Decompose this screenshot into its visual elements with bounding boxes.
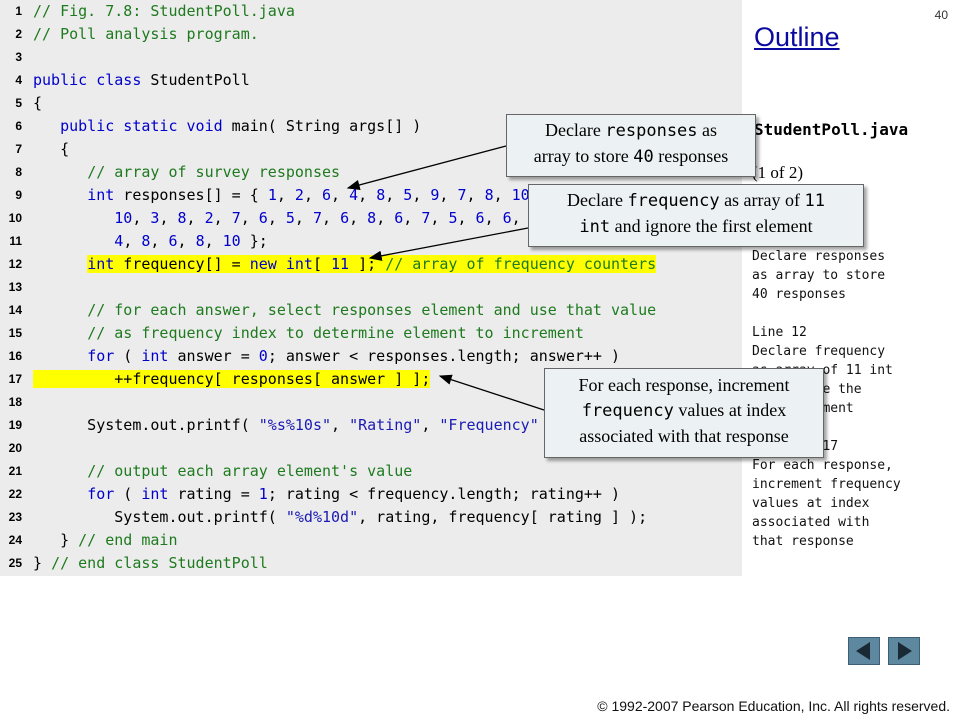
callout-responses-line2-post: responses [653, 146, 729, 166]
callout-frequency-mono: frequency [627, 191, 720, 211]
previous-slide-button[interactable] [848, 637, 880, 665]
arrow-to-line-9 [346, 145, 507, 191]
callout-responses-pre: Declare [544, 120, 606, 140]
next-arrow-icon [898, 642, 912, 660]
callout-responses-mono: responses [605, 121, 698, 141]
callout-frequency-pre: Declare [566, 190, 628, 210]
callout-frequency-line2-mono: int [579, 217, 611, 237]
callout-frequency-mono2: 11 [804, 191, 826, 211]
callout-arrows [346, 145, 545, 411]
previous-arrow-icon [856, 642, 870, 660]
callout-frequency-mid: as array of [719, 190, 805, 210]
callout-frequency: Declare frequency as array of 11 int and… [528, 184, 864, 247]
callout-increment-line1: For each response, increment [578, 375, 790, 395]
callout-increment-line3: associated with that response [579, 426, 789, 446]
callout-increment-line2-post: values at index [673, 400, 787, 420]
next-slide-button[interactable] [888, 637, 920, 665]
callout-increment: For each response, increment frequency v… [544, 368, 824, 458]
callout-responses-line2-pre: array to store [533, 146, 634, 166]
copyright-footer: © 1992-2007 Pearson Education, Inc. All … [597, 698, 950, 714]
callout-frequency-line2-post: and ignore the first element [610, 216, 813, 236]
callout-responses-line2-mono: 40 [633, 147, 654, 167]
callout-responses-mid: as [697, 120, 718, 140]
callout-responses: Declare responses as array to store 40 r… [506, 114, 756, 177]
arrow-to-line-12 [368, 227, 529, 261]
callout-increment-mono: frequency [581, 401, 674, 421]
arrow-to-line-17 [438, 374, 545, 411]
